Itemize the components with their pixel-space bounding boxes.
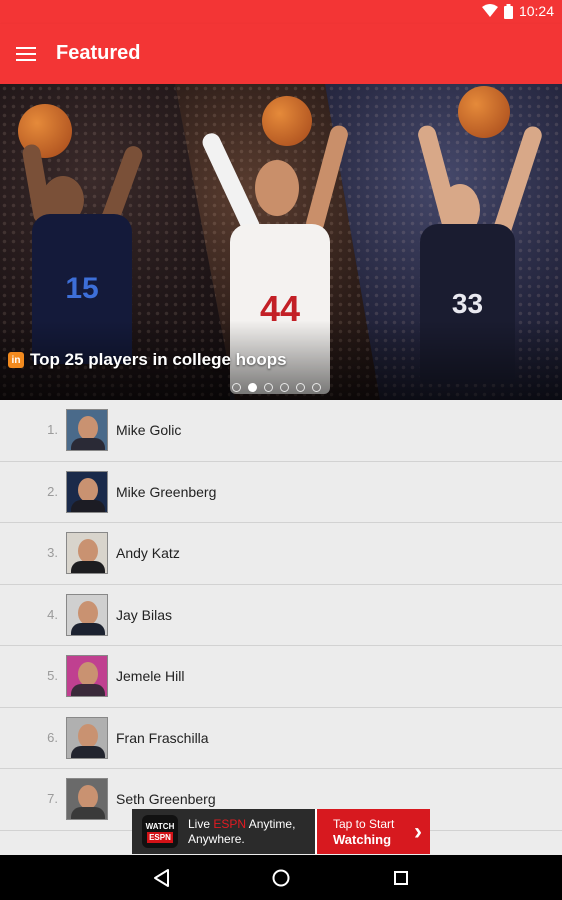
- featured-list: 1. Mike Golic 2. Mike Greenberg 3. Andy Katz 4…: [0, 400, 562, 831]
- list-item-rank: 3.: [47, 545, 58, 560]
- hero-title: Top 25 players in college hoops: [30, 350, 287, 369]
- list-item-name: Mike Golic: [116, 422, 182, 438]
- wifi-icon: [481, 4, 498, 17]
- ad-text: Live ESPN Anytime, Anywhere.: [188, 817, 296, 846]
- list-item-rank: 6.: [47, 729, 58, 745]
- status-bar: 10:24: [0, 0, 562, 24]
- back-icon[interactable]: [148, 865, 174, 891]
- watch-espn-logo: WATCH ESPN: [142, 815, 178, 848]
- page-title: Featured: [56, 42, 141, 64]
- recent-apps-icon[interactable]: [388, 865, 414, 891]
- carousel-dot[interactable]: [296, 383, 305, 392]
- battery-icon: [503, 3, 513, 19]
- status-time: 10:24: [518, 3, 554, 19]
- list-item[interactable]: 3. Andy Katz: [0, 523, 562, 585]
- system-nav-bar: [0, 855, 562, 900]
- avatar: [66, 409, 108, 451]
- carousel-dot[interactable]: [248, 383, 257, 392]
- ad-cta-button[interactable]: Tap to Start Watching ›: [315, 809, 430, 854]
- carousel-dot[interactable]: [280, 383, 289, 392]
- basketball-image: [262, 96, 312, 146]
- app-bar: Featured: [0, 24, 562, 84]
- carousel-dot[interactable]: [232, 383, 241, 392]
- player-head: [255, 160, 299, 216]
- carousel-indicators: [232, 383, 321, 392]
- hamburger-menu-icon[interactable]: [12, 40, 40, 68]
- list-item[interactable]: 6. Fran Fraschilla: [0, 707, 562, 769]
- chevron-right-icon: ›: [414, 818, 422, 845]
- list-item[interactable]: 4. Jay Bilas: [0, 584, 562, 646]
- avatar: [66, 470, 108, 513]
- list-item-name: Mike Greenberg: [116, 483, 217, 500]
- avatar: [66, 655, 108, 697]
- status-icons: 10:24: [481, 3, 554, 19]
- list-item[interactable]: 1. Mike Golic: [0, 400, 562, 462]
- list-item-rank: 5.: [47, 668, 58, 683]
- list-item-name: Seth Greenberg: [116, 791, 216, 807]
- ad-watch-espn[interactable]: WATCH ESPN Live ESPN Anytime, Anywhere.: [132, 809, 315, 854]
- avatar: [66, 532, 108, 574]
- carousel-dot[interactable]: [264, 383, 273, 392]
- list-item-rank: 2.: [47, 483, 58, 499]
- hero-caption: in Top 25 players in college hoops: [8, 350, 287, 370]
- carousel-dot[interactable]: [312, 383, 321, 392]
- list-item-name: Jay Bilas: [116, 606, 173, 623]
- insider-icon: in: [8, 352, 24, 368]
- list-item-rank: 4.: [47, 606, 58, 622]
- ad-banner[interactable]: WATCH ESPN Live ESPN Anytime, Anywhere. …: [132, 809, 430, 854]
- list-item[interactable]: 2. Mike Greenberg: [0, 461, 562, 523]
- list-item-rank: 1.: [47, 422, 58, 437]
- list-item[interactable]: 5. Jemele Hill: [0, 646, 562, 708]
- basketball-image: [458, 86, 510, 138]
- home-icon[interactable]: [268, 865, 294, 891]
- avatar: [66, 778, 108, 820]
- list-item-name: Fran Fraschilla: [116, 729, 209, 746]
- avatar: [66, 716, 108, 759]
- avatar: [66, 593, 108, 636]
- list-item-name: Andy Katz: [116, 545, 180, 561]
- list-item-rank: 7.: [47, 791, 58, 806]
- list-item-name: Jemele Hill: [116, 668, 185, 684]
- featured-carousel[interactable]: 15 44 33 in Top 25 players in college ho…: [0, 84, 562, 400]
